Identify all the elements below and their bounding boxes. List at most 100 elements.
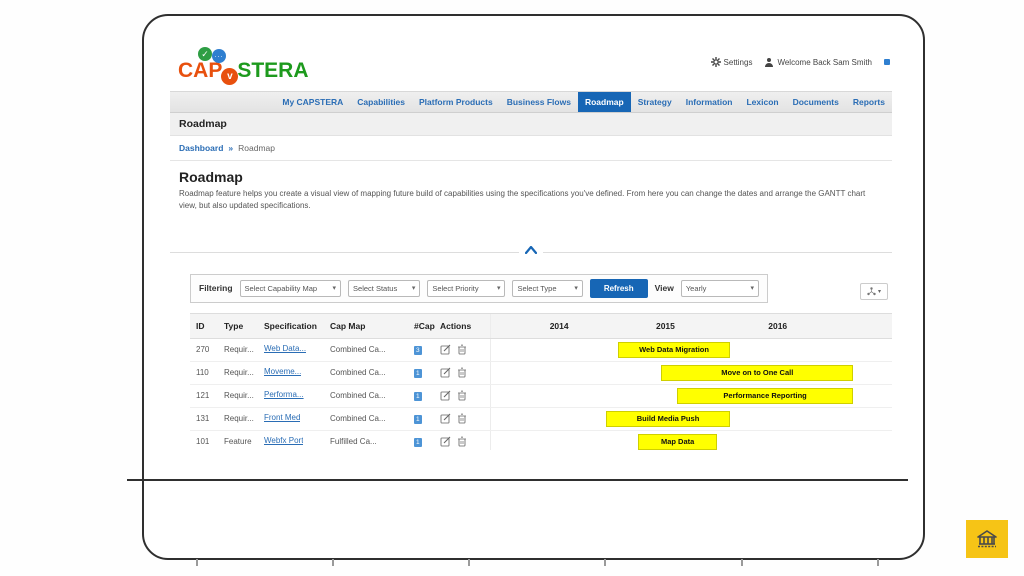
timeline-cell: Move on to One Call [490, 362, 892, 384]
row-id: 110 [190, 368, 224, 377]
cap-count-badge: 1 [414, 438, 422, 447]
trash-icon[interactable] [457, 367, 467, 378]
monitor-bezel-line [127, 479, 908, 481]
col-header-actions: Actions [440, 321, 490, 331]
row-cap-map: Combined Ca... [330, 414, 414, 423]
spec-link[interactable]: Front Med [264, 413, 300, 422]
settings-menu[interactable]: Settings [711, 57, 753, 67]
user-dropdown-indicator-icon[interactable] [884, 59, 890, 65]
collapse-divider [170, 252, 892, 253]
sketch-tick [468, 559, 470, 566]
status-select[interactable]: Select Status ▾ [348, 280, 420, 297]
nav-item-capabilities[interactable]: Capabilities [350, 92, 412, 112]
nav-item-information[interactable]: Information [679, 92, 740, 112]
logo-check-ball-icon: ✓ [198, 47, 212, 61]
gantt-bar[interactable]: Web Data Migration [618, 342, 731, 358]
spec-link[interactable]: Webfx Port [264, 436, 303, 445]
trash-icon[interactable] [457, 344, 467, 355]
row-type: Requir... [224, 368, 264, 377]
gantt-bar[interactable]: Build Media Push [606, 411, 731, 427]
row-cap-map: Combined Ca... [330, 368, 414, 377]
year-label-2016: 2016 [768, 321, 787, 331]
capstera-logo[interactable]: ✓ ... CAPvSTERA [178, 59, 309, 85]
timeline-cell: Build Media Push [490, 408, 892, 430]
table-row: 101 Feature Webfx Port Fulfilled Ca... 1… [190, 431, 892, 450]
export-button[interactable]: ▾ [860, 283, 888, 300]
row-type: Requir... [224, 391, 264, 400]
trash-icon[interactable] [457, 390, 467, 401]
spec-link[interactable]: Web Data... [264, 344, 306, 353]
status-select-value: Select Status [353, 284, 397, 293]
type-select[interactable]: Select Type ▾ [512, 280, 582, 297]
chevron-up-icon[interactable] [519, 246, 543, 256]
chevron-down-icon: ▾ [333, 284, 337, 292]
col-header-cap-map: Cap Map [330, 321, 414, 331]
timeline-header: 2014 2015 2016 [490, 314, 892, 338]
edit-icon[interactable] [440, 390, 451, 401]
row-cap-map: Fulfilled Ca... [330, 437, 414, 446]
priority-select[interactable]: Select Priority ▾ [427, 280, 505, 297]
filtering-label: Filtering [199, 283, 233, 293]
year-label-2015: 2015 [656, 321, 675, 331]
row-id: 270 [190, 345, 224, 354]
row-id: 101 [190, 437, 224, 446]
chevron-down-icon: ▾ [574, 284, 578, 292]
gantt-bar[interactable]: Performance Reporting [677, 388, 854, 404]
share-icon [867, 287, 876, 296]
page-description: Roadmap feature helps you create a visua… [179, 188, 881, 213]
nav-item-my-capstera[interactable]: My CAPSTERA [275, 92, 350, 112]
edit-icon[interactable] [440, 367, 451, 378]
view-select-value: Yearly [686, 284, 707, 293]
bank-button[interactable] [966, 520, 1008, 558]
edit-icon[interactable] [440, 344, 451, 355]
cap-count-badge: 1 [414, 415, 422, 424]
capability-map-select[interactable]: Select Capability Map ▾ [240, 280, 342, 297]
user-menu[interactable]: Welcome Back Sam Smith [764, 57, 872, 67]
edit-icon[interactable] [440, 436, 451, 447]
gantt-bar[interactable]: Move on to One Call [661, 365, 853, 381]
nav-item-documents[interactable]: Documents [786, 92, 846, 112]
nav-item-reports[interactable]: Reports [846, 92, 892, 112]
table-body: 270 Requir... Web Data... Combined Ca...… [190, 339, 892, 450]
spec-link[interactable]: Moveme... [264, 367, 301, 376]
nav-item-strategy[interactable]: Strategy [631, 92, 679, 112]
trash-icon[interactable] [457, 413, 467, 424]
roadmap-table: ID Type Specification Cap Map #Cap Actio… [190, 313, 892, 450]
filter-toolbar: Filtering Select Capability Map ▾ Select… [190, 274, 768, 303]
gear-icon [711, 57, 721, 67]
trash-icon[interactable] [457, 436, 467, 447]
nav-item-platform-products[interactable]: Platform Products [412, 92, 500, 112]
breadcrumb-current: Roadmap [238, 143, 275, 153]
priority-select-value: Select Priority [432, 284, 478, 293]
row-cap-map: Combined Ca... [330, 345, 414, 354]
refresh-button[interactable]: Refresh [590, 279, 648, 298]
col-header-type: Type [224, 321, 264, 331]
nav-item-roadmap[interactable]: Roadmap [578, 92, 631, 112]
user-icon [764, 57, 774, 67]
row-actions [440, 436, 490, 447]
col-header-cap-count: #Cap [414, 321, 440, 331]
spec-link[interactable]: Performa... [264, 390, 304, 399]
welcome-text: Welcome Back Sam Smith [777, 58, 872, 67]
section-title: Roadmap [179, 169, 892, 185]
breadcrumb-dashboard-link[interactable]: Dashboard [179, 143, 223, 153]
row-actions [440, 344, 490, 355]
sketch-tick [332, 559, 334, 566]
gantt-bar[interactable]: Map Data [638, 434, 717, 450]
nav-item-lexicon[interactable]: Lexicon [739, 92, 785, 112]
row-actions [440, 413, 490, 424]
year-label-2014: 2014 [550, 321, 569, 331]
nav-item-business-flows[interactable]: Business Flows [500, 92, 578, 112]
logo-o-ball-icon: v [221, 68, 238, 85]
table-row: 121 Requir... Performa... Combined Ca...… [190, 385, 892, 408]
row-cap-map: Combined Ca... [330, 391, 414, 400]
view-label: View [655, 283, 674, 293]
timeline-cell: Map Data [490, 431, 892, 450]
sketch-tick [604, 559, 606, 566]
edit-icon[interactable] [440, 413, 451, 424]
chevron-down-icon: ▾ [497, 284, 501, 292]
app-header: ✓ ... CAPvSTERA Settings [170, 47, 892, 91]
view-select[interactable]: Yearly ▾ [681, 280, 759, 297]
desktop-background: ✓ ... CAPvSTERA Settings [0, 0, 1024, 576]
bank-icon [976, 529, 998, 549]
